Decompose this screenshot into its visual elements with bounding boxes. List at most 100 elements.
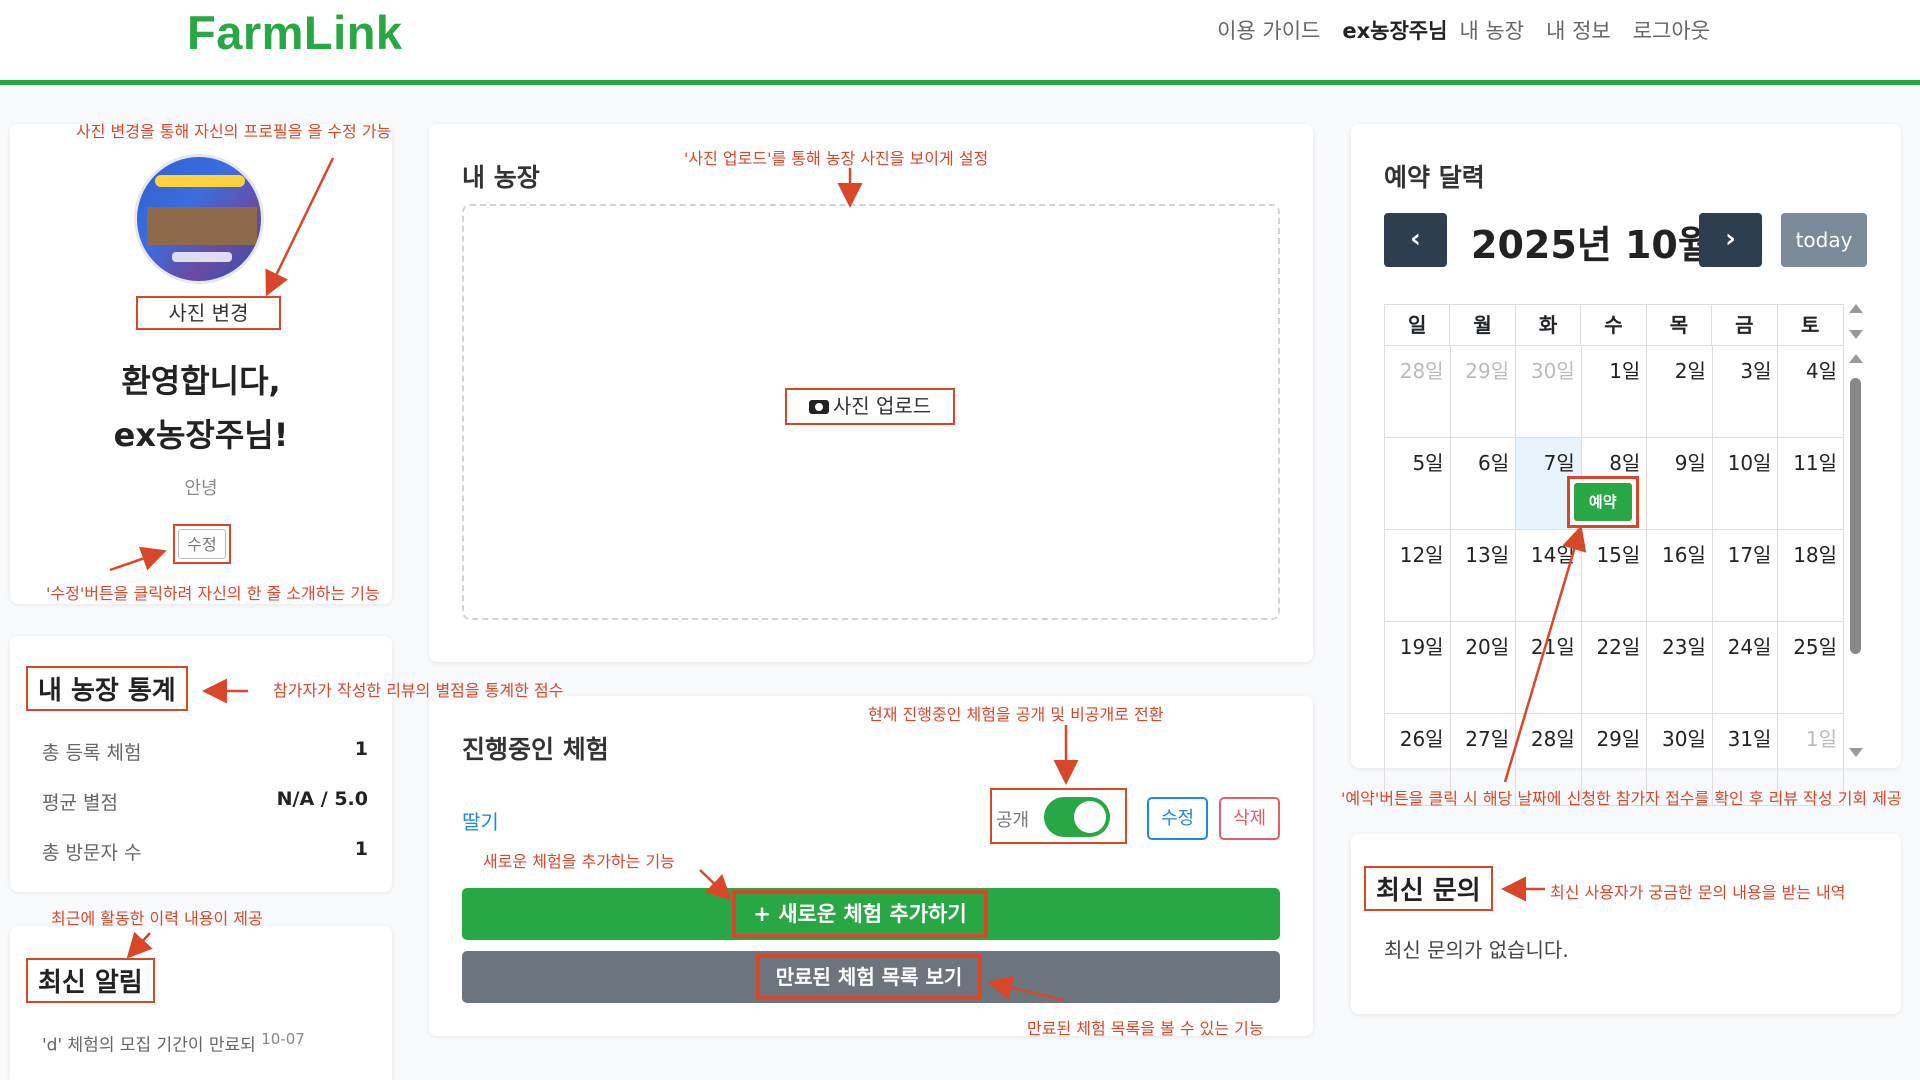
- calendar-day[interactable]: 11일: [1778, 438, 1845, 529]
- calendar-day[interactable]: 3일: [1713, 346, 1779, 437]
- calendar-day[interactable]: 6일: [1451, 438, 1517, 529]
- calendar-weekday-row: 일 월 화 수 목 금 토: [1384, 304, 1844, 346]
- nav-my-info[interactable]: 내 정보: [1546, 15, 1611, 45]
- calendar-week: 19일 20일 21일 22일 23일 24일 25일: [1384, 622, 1845, 714]
- photo-change-button[interactable]: 사진 변경: [136, 296, 281, 330]
- calendar-day[interactable]: 28일: [1385, 346, 1451, 437]
- nav-logout[interactable]: 로그아웃: [1633, 15, 1710, 45]
- calendar-scrollbar[interactable]: [1844, 304, 1866, 764]
- calendar-grid: 일 월 화 수 목 금 토 28일 29일 30일 1일 2일 3일 4일 5일…: [1384, 304, 1845, 806]
- calendar-day[interactable]: 30일: [1516, 346, 1582, 437]
- weekday-header: 금: [1712, 305, 1778, 345]
- annotation-add: 새로운 체험을 추가하는 기능: [483, 852, 675, 871]
- notice-title: 최신 알림: [26, 958, 155, 1003]
- calendar-today-button[interactable]: today: [1781, 213, 1867, 267]
- stat-value: 1: [354, 738, 368, 760]
- calendar-month: 2025년 10월: [1471, 223, 1713, 267]
- nav-my-farm[interactable]: 내 농장: [1459, 15, 1524, 45]
- experience-edit-button[interactable]: 수정: [1147, 797, 1208, 840]
- notice-text: 'd' 체험의 모집 기간이 만료되: [42, 1035, 256, 1056]
- calendar-day[interactable]: 16일: [1647, 530, 1713, 621]
- expired-list-label: 만료된 체험 목록 보기: [756, 954, 982, 1000]
- experience-delete-button[interactable]: 삭제: [1219, 797, 1280, 840]
- scroll-up-arrow-icon[interactable]: [1849, 304, 1863, 313]
- inquiry-title: 최신 문의: [1364, 866, 1493, 911]
- calendar-day[interactable]: 4일: [1778, 346, 1845, 437]
- stat-row: 총 등록 체험 1: [42, 738, 368, 765]
- avatar-art: [147, 207, 257, 245]
- farm-stats-card: 내 농장 통계 총 등록 체험 1 평균 별점 N/A / 5.0 총 방문자 …: [10, 636, 392, 892]
- calendar-week: 12일 13일 14일 15일 16일 17일 18일: [1384, 530, 1845, 622]
- public-label: 공개: [996, 810, 1030, 831]
- weekday-header: 화: [1516, 305, 1582, 345]
- stat-row: 총 방문자 수 1: [42, 838, 368, 865]
- notice-date: 10-07: [261, 1030, 305, 1048]
- calendar-day[interactable]: 9일: [1647, 438, 1713, 529]
- profile-bio: 안녕: [184, 478, 218, 499]
- bio-edit-highlight: 수정: [173, 524, 231, 564]
- upload-label: 사진 업로드: [832, 394, 932, 418]
- scroll-up-arrow-icon[interactable]: [1849, 354, 1863, 363]
- weekday-header: 목: [1647, 305, 1713, 345]
- calendar-day[interactable]: 1일: [1582, 346, 1648, 437]
- welcome-message: 환영합니다, ex농장주님!: [10, 354, 392, 462]
- scroll-down-arrow-icon[interactable]: [1849, 330, 1863, 339]
- stat-label: 총 등록 체험: [42, 742, 142, 764]
- calendar-day[interactable]: 14일: [1516, 530, 1582, 621]
- camera-icon: [808, 400, 829, 414]
- calendar-day[interactable]: 23일: [1647, 622, 1713, 713]
- annotation-notice: 최근에 활동한 이력 내용이 제공: [51, 909, 263, 928]
- farm-title: 내 농장: [462, 163, 540, 192]
- calendar-day[interactable]: 20일: [1451, 622, 1517, 713]
- welcome-line-2: ex농장주님!: [113, 416, 289, 454]
- expired-list-button[interactable]: 만료된 체험 목록 보기: [462, 951, 1280, 1003]
- weekday-header: 토: [1801, 313, 1820, 337]
- public-toggle-group: 공개: [990, 788, 1127, 844]
- calendar-day[interactable]: 21일: [1516, 622, 1582, 713]
- inquiry-card: 최신 문의 최신 문의가 없습니다.: [1351, 834, 1901, 1014]
- experience-name-link[interactable]: 딸기: [462, 806, 499, 835]
- calendar-day[interactable]: 15일: [1582, 530, 1648, 621]
- farm-photo-dropzone[interactable]: 사진 업로드: [462, 204, 1280, 620]
- calendar-day[interactable]: 19일: [1385, 622, 1451, 713]
- weekday-header: 월: [1450, 305, 1516, 345]
- calendar-next-button[interactable]: ›: [1699, 213, 1762, 267]
- calendar-day[interactable]: 25일: [1778, 622, 1845, 713]
- calendar-day[interactable]: 12일: [1385, 530, 1451, 621]
- calendar-day[interactable]: 8일 예약: [1566, 438, 1648, 529]
- stats-title: 내 농장 통계: [26, 666, 188, 711]
- weekday-header: 수: [1581, 305, 1647, 345]
- calendar-day[interactable]: 18일: [1778, 530, 1845, 621]
- reservation-highlight: 예약: [1566, 476, 1639, 528]
- calendar-day[interactable]: 5일: [1385, 438, 1451, 529]
- calendar-day-number: 8일: [1609, 451, 1641, 475]
- notice-item[interactable]: 'd' 체험의 모집 기간이 만료되 10-07: [42, 1030, 305, 1056]
- calendar-day[interactable]: 29일: [1451, 346, 1517, 437]
- scroll-down-arrow-icon[interactable]: [1849, 748, 1863, 757]
- toggle-knob: [1074, 801, 1106, 833]
- top-header: FarmLink 이용 가이드 ex농장주님 내 농장 내 정보 로그아웃: [0, 0, 1920, 85]
- calendar-day[interactable]: 13일: [1451, 530, 1517, 621]
- photo-upload-button[interactable]: 사진 업로드: [785, 388, 955, 425]
- annotation-edit-bio: '수정'버튼을 클릭하려 자신의 한 줄 소개하는 기능: [46, 584, 380, 603]
- calendar-prev-button[interactable]: ‹: [1384, 213, 1447, 267]
- annotation-inquiry: 최신 사용자가 궁금한 문의 내용을 받는 내역: [1550, 883, 1846, 902]
- nav-guide[interactable]: 이용 가이드: [1217, 15, 1320, 45]
- calendar-day[interactable]: 2일: [1647, 346, 1713, 437]
- annotation-upload: '사진 업로드'를 통해 농장 사진을 보이게 설정: [684, 149, 989, 168]
- bio-edit-button[interactable]: 수정: [178, 529, 226, 559]
- app-logo[interactable]: FarmLink: [187, 5, 403, 60]
- calendar-day[interactable]: 24일: [1713, 622, 1779, 713]
- add-experience-button[interactable]: + 새로운 체험 추가하기: [462, 888, 1280, 940]
- welcome-line-1: 환영합니다,: [121, 362, 281, 400]
- public-toggle-switch[interactable]: [1044, 797, 1110, 837]
- calendar-day[interactable]: 22일: [1582, 622, 1648, 713]
- calendar-day[interactable]: 17일: [1713, 530, 1779, 621]
- calendar-day[interactable]: 10일: [1713, 438, 1779, 529]
- reservation-event-button[interactable]: 예약: [1573, 483, 1632, 521]
- scroll-thumb[interactable]: [1850, 378, 1861, 654]
- annotation-toggle: 현재 진행중인 체험을 공개 및 비공개로 전환: [868, 705, 1164, 724]
- profile-card: 사진 변경 환영합니다, ex농장주님! 안녕 수정: [10, 124, 392, 604]
- top-nav: 이용 가이드 ex농장주님 내 농장 내 정보 로그아웃: [1217, 15, 1710, 45]
- calendar-title: 예약 달력: [1384, 163, 1485, 192]
